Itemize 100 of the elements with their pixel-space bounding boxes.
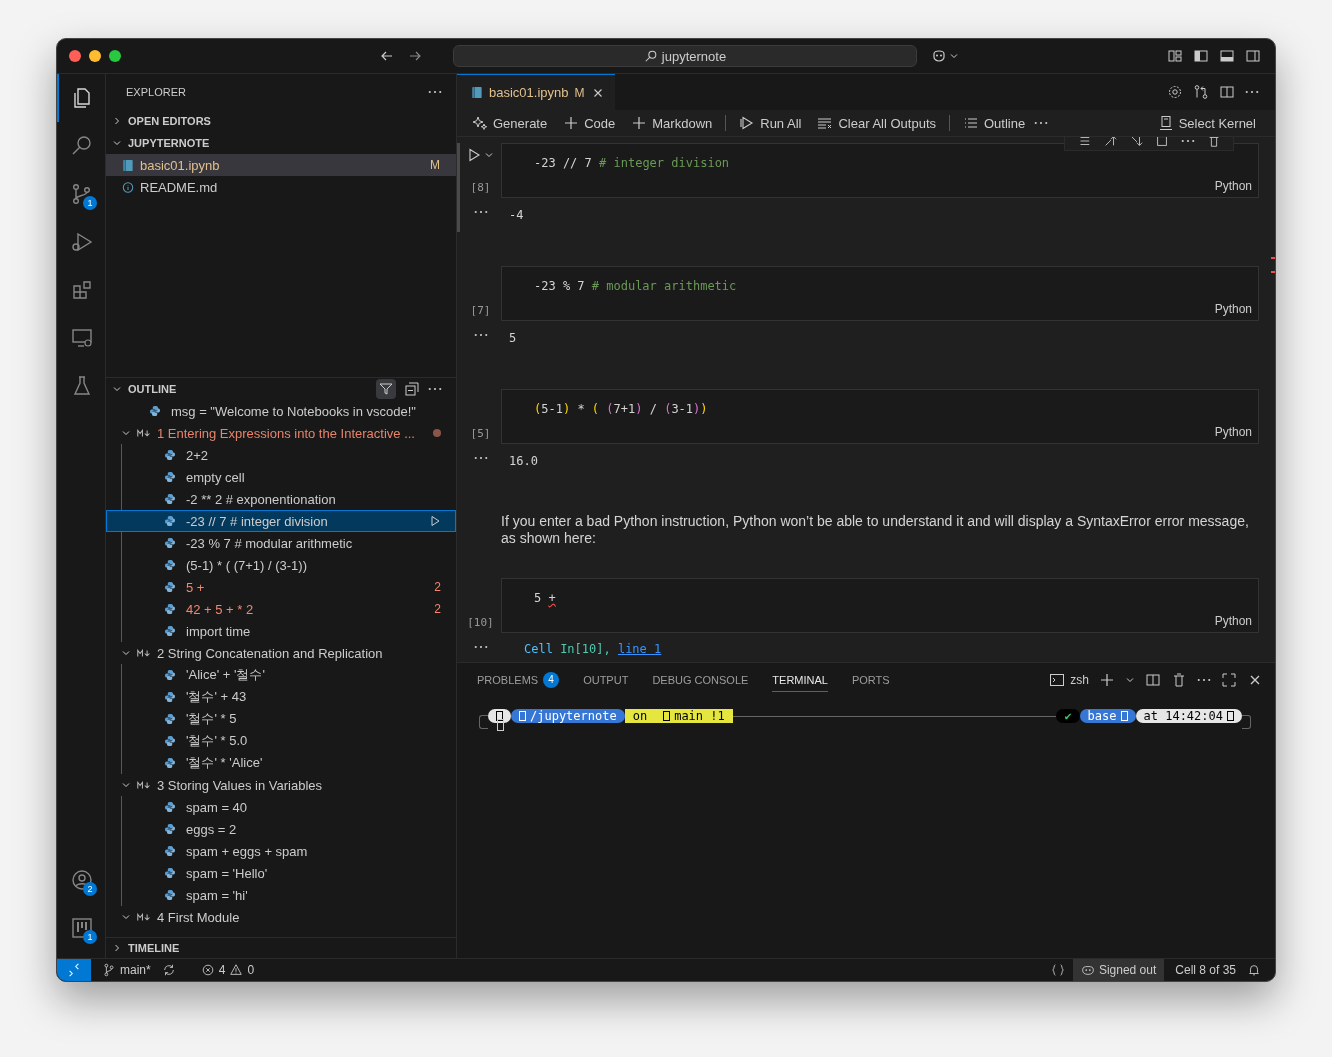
command-center-search[interactable]: jupyternote: [453, 45, 917, 67]
outline-item[interactable]: empty cell: [122, 466, 456, 488]
outline-item[interactable]: (5-1) * ( (7+1) / (3-1)): [122, 554, 456, 576]
more-actions-icon[interactable]: [1197, 678, 1211, 682]
outline-item[interactable]: import time: [122, 620, 456, 642]
outline-item[interactable]: -23 % 7 # modular arithmetic: [122, 532, 456, 554]
minimize-icon[interactable]: [89, 50, 101, 62]
panel-toggle-icon[interactable]: [1219, 48, 1235, 64]
code-cell[interactable]: -23 % 7 # modular arithmetic Python: [501, 266, 1259, 321]
filter-icon[interactable]: [376, 379, 396, 399]
split-terminal-icon[interactable]: [1145, 672, 1161, 688]
sync-icon[interactable]: [161, 963, 176, 977]
terminal-selector[interactable]: zsh: [1049, 672, 1089, 688]
chevron-down-icon[interactable]: [112, 384, 122, 394]
settings-icon[interactable]: [1167, 84, 1183, 100]
chevron-down-icon[interactable]: [121, 912, 131, 922]
toolbar-button[interactable]: Markdown: [624, 113, 720, 133]
outline-item[interactable]: 4 First Module: [106, 906, 456, 928]
output-menu-icon[interactable]: [473, 456, 488, 460]
language-label[interactable]: Python: [1214, 614, 1252, 628]
remote-button[interactable]: [57, 959, 91, 981]
chevron-down-icon[interactable]: [949, 51, 959, 61]
output-menu-icon[interactable]: [473, 333, 488, 337]
chevron-right-icon[interactable]: [112, 943, 122, 953]
maximize-icon[interactable]: [109, 50, 121, 62]
section-header[interactable]: TIMELINE: [106, 937, 456, 958]
problems-status[interactable]: 4 0: [197, 963, 258, 977]
outline-item[interactable]: spam + eggs + spam: [122, 840, 456, 862]
account-status[interactable]: Signed out: [1072, 959, 1165, 981]
outline-item[interactable]: '철수' * 5: [122, 708, 456, 730]
braces-icon[interactable]: [1050, 963, 1065, 977]
plus-icon[interactable]: [1099, 672, 1115, 688]
arrow-up-icon[interactable]: [1103, 137, 1117, 148]
outline-item[interactable]: spam = 'Hello': [122, 862, 456, 884]
maximize-icon[interactable]: [1221, 672, 1237, 688]
outline-item[interactable]: 2+2: [122, 444, 456, 466]
outline-item[interactable]: 'Alice' + '철수': [122, 664, 456, 686]
activity-bar-item[interactable]: 2: [57, 856, 105, 904]
language-label[interactable]: Python: [1214, 302, 1252, 316]
code-cell[interactable]: (5-1) * ( (7+1) / (3-1)) Python: [501, 389, 1259, 444]
file-item[interactable]: README.md: [106, 176, 456, 198]
more-actions-icon[interactable]: [428, 387, 442, 391]
close-icon[interactable]: [69, 50, 81, 62]
delete-icon[interactable]: [1171, 672, 1187, 688]
section-header[interactable]: JUPYTERNOTE: [106, 132, 456, 154]
compare-changes-icon[interactable]: [1193, 84, 1209, 100]
cell-position[interactable]: Cell 8 of 35: [1172, 963, 1239, 977]
toolbar-button[interactable]: Run All: [732, 113, 809, 133]
chevron-down-icon[interactable]: [121, 780, 131, 790]
activity-bar-item[interactable]: 1: [57, 170, 105, 218]
outline-item[interactable]: '철수' * 5.0: [122, 730, 456, 752]
toolbar-button[interactable]: Clear All Outputs: [810, 113, 943, 133]
chevron-down-icon[interactable]: [121, 428, 131, 438]
panel-tab[interactable]: DEBUG CONSOLE: [652, 668, 749, 692]
toolbar-button[interactable]: Outline: [956, 113, 1033, 133]
output-menu-icon[interactable]: [473, 645, 488, 649]
outline-item[interactable]: '철수' + 43: [122, 686, 456, 708]
more-actions-icon[interactable]: [428, 90, 442, 94]
chevron-down-icon[interactable]: [121, 648, 131, 658]
branch-status[interactable]: main*: [99, 963, 154, 977]
secondary-sidebar-icon[interactable]: [1245, 48, 1261, 64]
select-kernel-button[interactable]: Select Kernel: [1150, 113, 1263, 133]
more-actions-icon[interactable]: [1245, 90, 1259, 94]
language-label[interactable]: Python: [1214, 425, 1252, 439]
section-header[interactable]: OUTLINE: [128, 383, 177, 395]
outline-item[interactable]: msg = "Welcome to Notebooks in vscode!": [106, 400, 456, 422]
bell-icon[interactable]: [1247, 963, 1261, 977]
more-actions-icon[interactable]: [1181, 139, 1195, 143]
editor-tab[interactable]: basic01.ipynb M: [457, 74, 615, 110]
outline-item[interactable]: 5 + 2: [122, 576, 456, 598]
outline-item[interactable]: '철수' * 'Alice': [122, 752, 456, 774]
code-cell[interactable]: 5 + Python: [501, 578, 1259, 633]
toolbar-button[interactable]: Code: [556, 113, 623, 133]
panel-tab[interactable]: TERMINAL: [772, 668, 828, 692]
layout-icon[interactable]: [1167, 48, 1183, 64]
run-icon[interactable]: [429, 515, 441, 527]
panel-tab[interactable]: OUTPUT: [583, 668, 629, 692]
delete-icon[interactable]: [1207, 137, 1221, 148]
activity-bar-item[interactable]: 1: [57, 904, 105, 952]
outline-item[interactable]: 3 Storing Values in Variables: [106, 774, 456, 796]
arrow-down-icon[interactable]: [1129, 137, 1143, 148]
more-actions-icon[interactable]: [1034, 121, 1049, 125]
chevron-down-icon[interactable]: [1125, 675, 1135, 685]
toolbar-button[interactable]: Generate: [465, 113, 555, 133]
outline-item[interactable]: spam = 40: [122, 796, 456, 818]
outline-item[interactable]: 2 String Concatenation and Replication: [106, 642, 456, 664]
outline-item[interactable]: 1 Entering Expressions into the Interactive ...: [106, 422, 456, 444]
code-cell[interactable]: -23 // 7 # integer division Python: [501, 143, 1259, 198]
run-cell-icon[interactable]: [466, 147, 482, 163]
file-item[interactable]: basic01.ipynb M: [106, 154, 456, 176]
sidebar-toggle-icon[interactable]: [1193, 48, 1209, 64]
section-header[interactable]: OPEN EDITORS: [106, 110, 456, 132]
panel-tab[interactable]: PROBLEMS 4: [477, 668, 560, 692]
collapse-all-icon[interactable]: [402, 379, 422, 399]
chevron-down-icon[interactable]: [484, 150, 494, 160]
outline-item[interactable]: 42 + 5 + * 2 2: [122, 598, 456, 620]
language-label[interactable]: Python: [1214, 179, 1252, 193]
outline-item[interactable]: spam = 'hi': [122, 884, 456, 906]
chevron-right-icon[interactable]: [112, 116, 122, 126]
outline-item[interactable]: eggs = 2: [122, 818, 456, 840]
